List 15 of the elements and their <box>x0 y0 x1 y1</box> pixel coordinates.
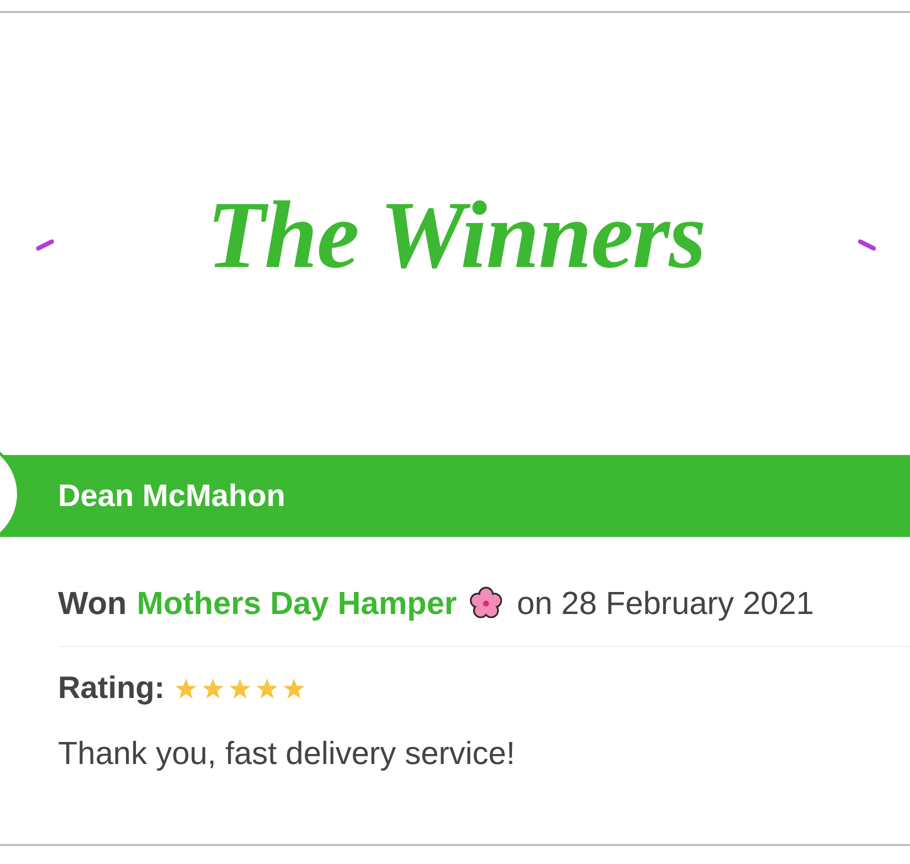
winner-comment: Thank you, fast delivery service! <box>58 734 516 773</box>
flower-icon <box>468 586 503 620</box>
star-icon <box>256 678 278 698</box>
star-icon <box>174 678 197 698</box>
page-title: The Winners <box>206 189 706 281</box>
star-icon <box>228 678 251 698</box>
star-icon <box>202 678 224 698</box>
dash-icon <box>36 239 54 251</box>
dash-icon <box>858 239 876 251</box>
prize-link[interactable]: Mothers Day Hamper <box>136 583 457 623</box>
rating-label: Rating: <box>58 669 165 707</box>
won-label: Won <box>58 584 127 623</box>
winner-name: Dean McMahon <box>58 478 286 514</box>
win-date: on 28 February 2021 <box>516 584 814 623</box>
star-icon <box>282 678 305 698</box>
